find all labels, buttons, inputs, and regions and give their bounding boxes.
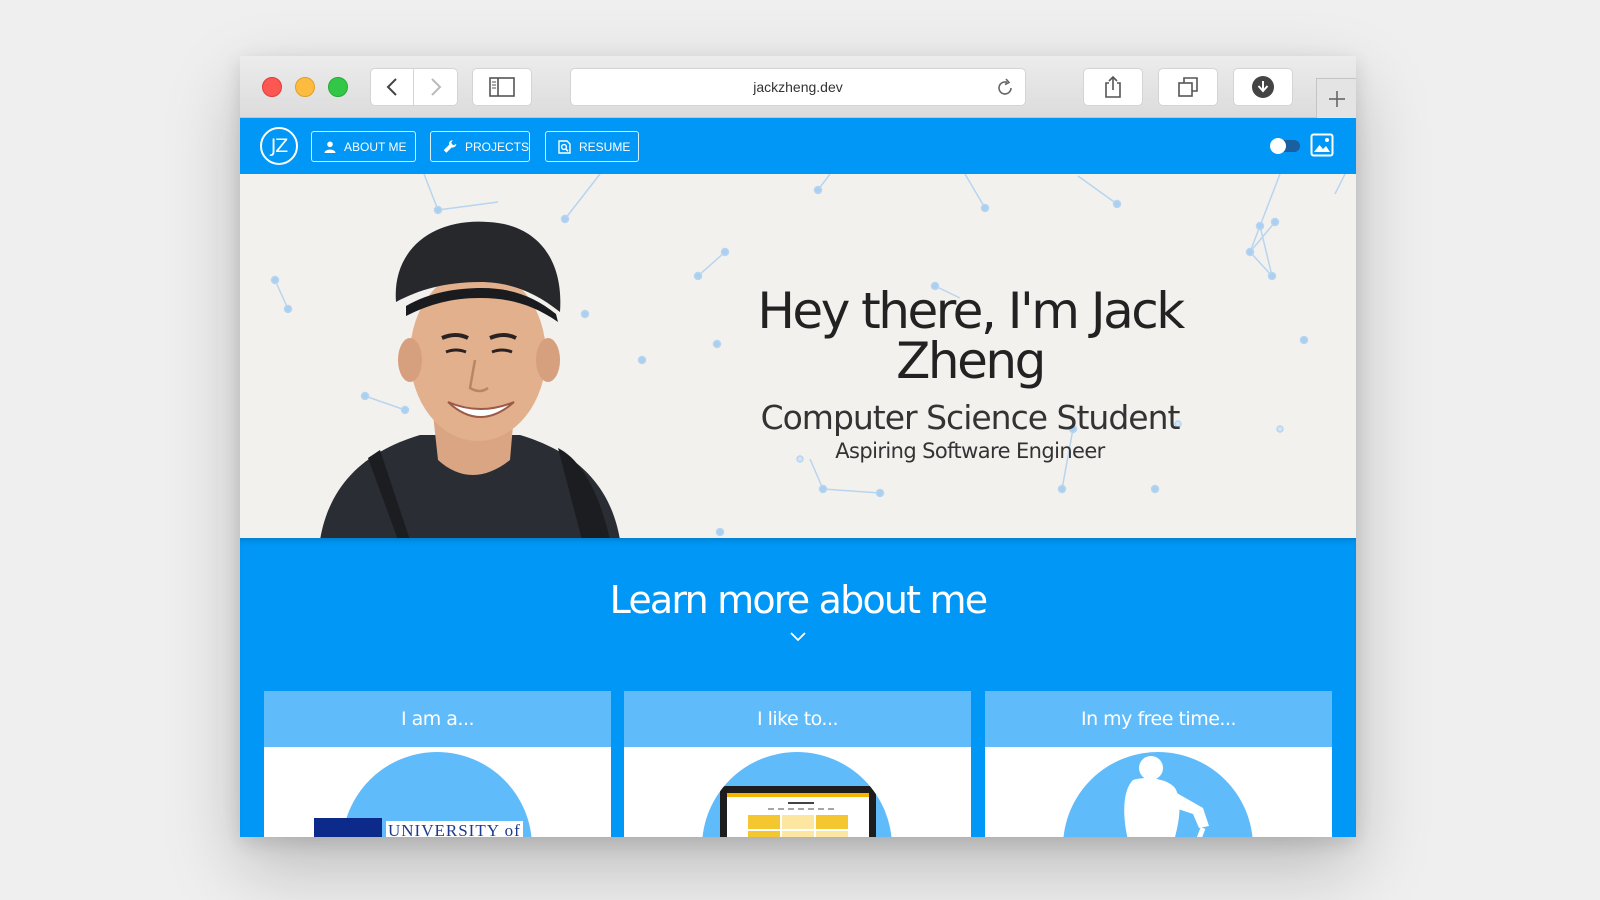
forward-button[interactable]	[414, 68, 458, 106]
hero-title: Hey there, I'm Jack Zheng	[757, 282, 1185, 390]
sidebar-toggle-button[interactable]	[472, 68, 532, 106]
university-logo-text: UNIVERSITY of	[386, 821, 523, 837]
card-i-like-to: I like to...	[624, 691, 971, 837]
card-title: I am a...	[264, 691, 611, 747]
url-text: jackzheng.dev	[753, 79, 843, 95]
hero-section: Hey there, I'm Jack Zheng Computer Scien…	[240, 174, 1356, 538]
about-me-label: ABOUT ME	[344, 139, 407, 154]
projects-button[interactable]: PROJECTS	[430, 131, 530, 162]
back-button[interactable]	[370, 68, 414, 106]
card-illustration	[702, 752, 892, 837]
card-title: I like to...	[624, 691, 971, 747]
resume-button[interactable]: RESUME	[545, 131, 639, 162]
person-icon	[324, 141, 336, 153]
image-icon[interactable]	[1310, 133, 1334, 157]
resume-label: RESUME	[579, 139, 631, 154]
close-window-button[interactable]	[262, 77, 282, 97]
zoom-window-button[interactable]	[328, 77, 348, 97]
card-i-am: I am a... UNIVERSITY of	[264, 691, 611, 837]
plus-icon	[1328, 90, 1345, 107]
hero-subtitle: Computer Science Student	[760, 398, 1181, 437]
site-navbar: JZ ABOUT ME PROJECTS RESUME	[240, 118, 1356, 174]
hockey-player-icon	[1124, 756, 1209, 837]
new-tab-button[interactable]	[1316, 78, 1356, 118]
university-logo: UNIVERSITY of	[314, 818, 544, 837]
show-tabs-button[interactable]	[1158, 68, 1218, 106]
reload-icon[interactable]	[995, 78, 1015, 98]
projects-label: PROJECTS	[464, 139, 529, 154]
theme-toggle[interactable]	[1270, 138, 1300, 154]
share-icon	[1105, 75, 1121, 98]
about-section: Learn more about me I am a... UNIVERSITY…	[240, 538, 1356, 837]
site-logo[interactable]: JZ	[260, 127, 298, 165]
tabs-overview-icon	[1178, 77, 1198, 97]
address-bar[interactable]: jackzheng.dev	[570, 68, 1026, 106]
hero-text: Hey there, I'm Jack Zheng Computer Scien…	[680, 286, 1260, 463]
card-illustration	[1063, 752, 1253, 837]
card-free-time: In my free time...	[985, 691, 1332, 837]
about-title: Learn more about me	[609, 578, 989, 622]
document-search-icon	[558, 139, 571, 154]
chevron-right-icon	[430, 78, 441, 96]
browser-toolbar: jackzheng.dev	[240, 56, 1356, 118]
chevron-left-icon	[386, 78, 397, 96]
chevron-down-icon[interactable]	[790, 632, 806, 642]
download-icon	[1252, 76, 1274, 98]
hero-tagline: Aspiring Software Engineer	[835, 439, 1105, 463]
card-title: In my free time...	[985, 691, 1332, 747]
minimize-window-button[interactable]	[295, 77, 315, 97]
toggle-knob	[1270, 138, 1286, 154]
profile-photo	[320, 221, 620, 538]
browser-window: jackzheng.dev JZ ABOUT ME PROJECTS RESUM…	[240, 56, 1356, 837]
laptop-illustration	[720, 786, 876, 837]
downloads-button[interactable]	[1233, 68, 1293, 106]
uf-mark	[314, 818, 382, 837]
about-me-button[interactable]: ABOUT ME	[311, 131, 416, 162]
wrench-icon	[443, 140, 457, 153]
sidebar-icon	[489, 77, 515, 97]
share-button[interactable]	[1083, 68, 1143, 106]
